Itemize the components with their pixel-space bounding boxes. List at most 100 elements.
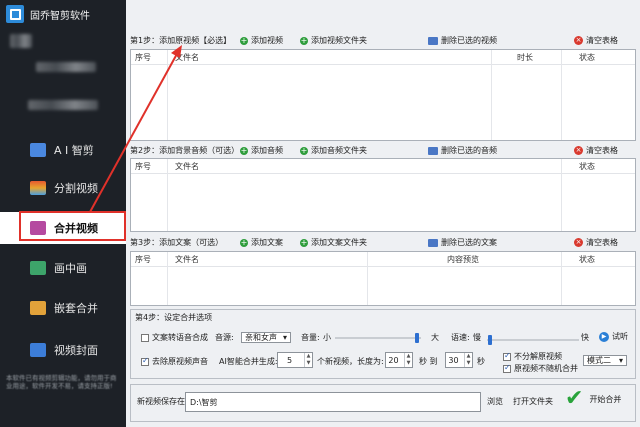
volume-min-label: 小 xyxy=(323,333,331,342)
speed-slider-knob[interactable] xyxy=(487,335,492,345)
button-label: 添加文案 xyxy=(251,238,283,247)
button-label: 清空表格 xyxy=(586,146,618,155)
mode-select[interactable]: 模式二 ▾ xyxy=(583,355,627,366)
delete-list-icon xyxy=(428,36,438,45)
delete-list-icon xyxy=(428,238,438,247)
delete-list-icon xyxy=(428,146,438,155)
plus-icon: + xyxy=(240,237,248,247)
stepper-arrows-icon[interactable]: ▲ ▼ xyxy=(464,353,472,367)
checkbox-box xyxy=(141,356,149,366)
no-split-checkbox[interactable]: 不分解原视频 xyxy=(503,351,562,362)
select-value: 模式二 xyxy=(587,356,611,365)
play-icon: ▶ xyxy=(599,331,609,342)
button-label: 添加音频文件夹 xyxy=(311,146,367,155)
sidebar-item-label: 分割视频 xyxy=(54,182,98,195)
sidebar-item-label: 画中画 xyxy=(54,262,87,275)
volume-slider[interactable] xyxy=(335,333,421,343)
speed-min-label: 慢 xyxy=(473,333,481,342)
delete-selected-video-button[interactable]: 删除已选的视频 xyxy=(428,35,497,46)
plus-icon: + xyxy=(240,145,248,155)
stepper-value: 5 xyxy=(286,355,293,365)
table-header: 序号 文件名 状态 xyxy=(131,159,635,174)
column-header: 序号 xyxy=(135,53,151,62)
sidebar-item-split[interactable]: 分割视频 xyxy=(0,172,126,204)
preview-listen-button[interactable]: ▶ 试听 xyxy=(599,331,628,342)
add-audio-button[interactable]: + 添加音频 xyxy=(240,145,283,156)
open-folder-button[interactable]: 打开文件夹 xyxy=(513,396,553,407)
ai-merge-label: AI智能合并生成: xyxy=(219,357,278,366)
video-count-stepper[interactable]: 5 ▲ ▼ xyxy=(277,352,313,368)
column-header: 时长 xyxy=(517,53,533,62)
save-path-input[interactable]: D:\智剪 xyxy=(185,392,481,412)
add-text-folder-button[interactable]: + 添加文案文件夹 xyxy=(300,237,367,248)
text-table[interactable]: 序号 文件名 内容预览 状态 xyxy=(130,251,636,306)
save-location-label: 新视频保存在: xyxy=(137,397,188,406)
button-label: 清空表格 xyxy=(586,36,618,45)
merge-options-panel: 第4步：设定合并选项 文案转语音合成 音源: 亲和女声 ▾ 音量: 小 大 语速… xyxy=(130,309,636,379)
count-unit-label: 个新视频，长度为: xyxy=(317,357,384,366)
stepper-arrows-icon[interactable]: ▲ ▼ xyxy=(304,353,312,367)
button-label: 添加音频 xyxy=(251,146,283,155)
voice-label: 音源: xyxy=(215,333,234,342)
start-merge-button[interactable]: ✔ 开始合并 xyxy=(565,388,621,410)
checkmark-icon: ✔ xyxy=(565,386,584,411)
select-value: 亲和女声 xyxy=(245,333,277,342)
volume-slider-knob[interactable] xyxy=(414,333,419,343)
min-length-stepper[interactable]: 20 ▲ ▼ xyxy=(385,352,413,368)
sidebar-item-nest[interactable]: 嵌套合并 xyxy=(0,292,126,324)
button-label: 添加视频 xyxy=(251,36,283,45)
volume-label: 音量: xyxy=(301,333,320,342)
sidebar-footer-note: 本软件已有视频剪辑功能，请勿用于商业用途，软件开发不易，请支持正版! xyxy=(6,374,117,390)
add-text-button[interactable]: + 添加文案 xyxy=(240,237,283,248)
cover-icon xyxy=(30,343,46,357)
audio-table[interactable]: 序号 文件名 状态 xyxy=(130,158,636,232)
sidebar-item-cover[interactable]: 视频封面 xyxy=(0,334,126,366)
merge-icon xyxy=(30,221,46,235)
volume-max-label: 大 xyxy=(431,333,439,342)
add-video-folder-button[interactable]: + 添加视频文件夹 xyxy=(300,35,367,46)
no-random-checkbox[interactable]: 原视频不随机合并 xyxy=(503,363,578,374)
sidebar-item-merge[interactable]: 合并视频 xyxy=(0,212,126,244)
plus-icon: + xyxy=(300,145,308,155)
checkbox-box xyxy=(141,333,149,342)
voice-select[interactable]: 亲和女声 ▾ xyxy=(241,332,291,343)
tts-checkbox[interactable]: 文案转语音合成 xyxy=(141,332,208,343)
delete-selected-text-button[interactable]: 删除已选的文案 xyxy=(428,237,497,248)
plus-icon: + xyxy=(300,237,308,247)
column-header: 序号 xyxy=(135,255,151,264)
blurred-area xyxy=(36,62,96,72)
button-label: 删除已选的音频 xyxy=(441,146,497,155)
browse-button[interactable]: 浏览 xyxy=(487,396,503,407)
plus-icon: + xyxy=(240,35,248,45)
column-header: 文件名 xyxy=(175,255,199,264)
max-length-stepper[interactable]: 30 ▲ ▼ xyxy=(445,352,473,368)
sidebar-item-label: A I 智剪 xyxy=(54,144,94,157)
app-title: 固乔智剪软件 xyxy=(30,10,90,22)
remove-audio-checkbox[interactable]: 去除原视频声音 xyxy=(141,356,208,367)
sidebar-item-ai[interactable]: A I 智剪 xyxy=(0,134,126,166)
delete-selected-audio-button[interactable]: 删除已选的音频 xyxy=(428,145,497,156)
video-table[interactable]: 序号 文件名 时长 状态 xyxy=(130,49,636,141)
app-logo-icon xyxy=(6,5,24,23)
sidebar-item-label: 视频封面 xyxy=(54,344,98,357)
table-header: 序号 文件名 时长 状态 xyxy=(131,50,635,65)
stepper-arrows-icon[interactable]: ▲ ▼ xyxy=(404,353,412,367)
speed-slider[interactable] xyxy=(487,335,579,345)
button-label: 清空表格 xyxy=(586,238,618,247)
column-header: 状态 xyxy=(579,53,595,62)
save-location-bar: 新视频保存在: D:\智剪 浏览 打开文件夹 ✔ 开始合并 xyxy=(130,384,636,422)
step1-title: 第1步：添加原视频【必选】 xyxy=(130,36,232,45)
sidebar-item-pip[interactable]: 画中画 xyxy=(0,252,126,284)
speed-label: 语速: xyxy=(451,333,470,342)
button-label: 删除已选的视频 xyxy=(441,36,497,45)
clear-table-button[interactable]: × 清空表格 xyxy=(574,145,618,156)
clear-table-button[interactable]: × 清空表格 xyxy=(574,35,618,46)
add-audio-folder-button[interactable]: + 添加音频文件夹 xyxy=(300,145,367,156)
checkbox-label: 原视频不随机合并 xyxy=(514,364,578,373)
clear-table-button[interactable]: × 清空表格 xyxy=(574,237,618,248)
add-video-button[interactable]: + 添加视频 xyxy=(240,35,283,46)
column-header: 状态 xyxy=(579,255,595,264)
checkbox-label: 不分解原视频 xyxy=(514,352,562,361)
column-header: 序号 xyxy=(135,162,151,171)
blurred-area xyxy=(10,34,32,48)
